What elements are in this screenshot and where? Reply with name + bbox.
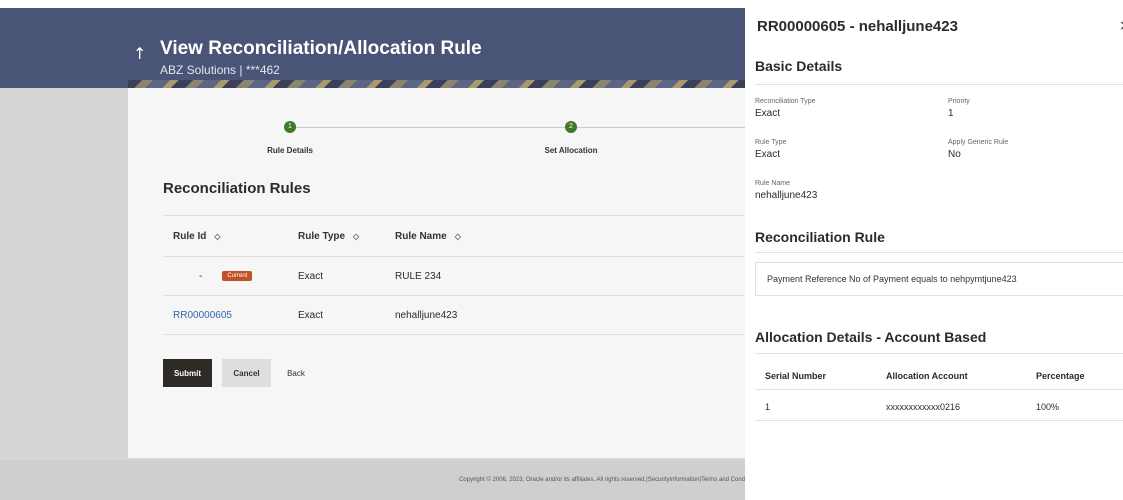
reconciliation-type-label: Reconciliation Type (755, 98, 816, 105)
table-row: RR00000605 Exact nehalljune423 (163, 296, 760, 335)
rule-name-cell: nehalljune423 (395, 309, 458, 321)
sort-icon[interactable]: ◇ (353, 232, 359, 241)
reconciliation-rule-heading: Reconciliation Rule (755, 229, 885, 245)
page-title: View Reconciliation/Allocation Rule (160, 38, 482, 59)
column-header-rule-id[interactable]: Rule Id ◇ (173, 216, 221, 256)
sort-icon[interactable]: ◇ (455, 232, 461, 241)
rule-type-label: Rule Type (755, 139, 787, 146)
divider (755, 353, 1123, 354)
rule-name-label: Rule Name (755, 180, 791, 187)
stepper-line (290, 127, 760, 128)
rule-id: - (199, 270, 203, 282)
current-badge: Current (222, 271, 253, 281)
step-1-indicator[interactable]: 1 (284, 121, 296, 133)
percentage-cell: 100% (1036, 402, 1060, 412)
rule-type-value: Exact (755, 149, 781, 160)
divider (755, 389, 1123, 390)
allocation-heading: Allocation Details - Account Based (755, 329, 987, 345)
reconciliation-rule-box: Payment Reference No of Payment equals t… (755, 262, 1123, 296)
table-header: Rule Id ◇ Rule Type ◇ Rule Name ◇ (163, 215, 760, 257)
column-header-percentage: Percentage (1036, 371, 1085, 381)
apply-generic-rule-value: No (948, 149, 961, 160)
priority-value: 1 (948, 108, 954, 119)
column-header-rule-name[interactable]: Rule Name ◇ (395, 216, 461, 256)
table-row: - Current Exact RULE 234 (163, 257, 760, 296)
basic-details-heading: Basic Details (755, 58, 843, 74)
column-header-allocation-account: Allocation Account (886, 371, 968, 381)
rule-id-link[interactable]: RR00000605 (173, 296, 232, 334)
serial-number-cell: 1 (765, 402, 771, 412)
step-2-label: Set Allocation (544, 146, 598, 155)
cancel-button[interactable]: Cancel (222, 359, 271, 387)
divider (755, 420, 1123, 421)
rule-name-cell: RULE 234 (395, 270, 442, 282)
divider (755, 252, 1123, 253)
rule-name-value: nehalljune423 (755, 190, 818, 201)
section-title: Reconciliation Rules (163, 180, 311, 197)
column-header-rule-type[interactable]: Rule Type ◇ (298, 216, 359, 256)
rule-id-cell: - Current (199, 257, 253, 295)
rules-table: Rule Id ◇ Rule Type ◇ Rule Name ◇ - Curr… (163, 215, 760, 335)
footer-text: Copyright © 2006, 2023, Oracle and/or it… (459, 477, 745, 483)
rule-type-cell: Exact (298, 270, 324, 282)
sort-icon[interactable]: ◇ (214, 232, 220, 241)
back-button[interactable]: Back (281, 359, 311, 387)
column-label: Rule Name (395, 230, 447, 242)
footer: Copyright © 2006, 2023, Oracle and/or it… (0, 460, 745, 500)
rule-type-cell: Exact (298, 309, 324, 321)
back-arrow-icon[interactable]: ↑ (133, 44, 146, 63)
divider (755, 84, 1123, 85)
column-label: Rule Type (298, 230, 346, 242)
column-header-serial-number: Serial Number (765, 371, 827, 381)
allocation-account-cell: xxxxxxxxxxxx0216 (886, 402, 961, 412)
step-1-label: Rule Details (267, 146, 313, 155)
details-panel: RR00000605 - nehalljune423 × Basic Detai… (745, 0, 1123, 500)
reconciliation-type-value: Exact (755, 108, 781, 119)
page-subtitle: ABZ Solutions | ***462 (160, 63, 280, 77)
column-label: Rule Id (173, 230, 207, 242)
panel-title: RR00000605 - nehalljune423 (757, 18, 958, 35)
step-2-indicator[interactable]: 2 (565, 121, 577, 133)
page-header: ↑ View Reconciliation/Allocation Rule AB… (0, 8, 760, 88)
apply-generic-rule-label: Apply Generic Rule (948, 139, 1009, 146)
priority-label: Priority (948, 98, 970, 105)
submit-button[interactable]: Submit (163, 359, 212, 387)
close-icon[interactable]: × (1119, 18, 1123, 34)
